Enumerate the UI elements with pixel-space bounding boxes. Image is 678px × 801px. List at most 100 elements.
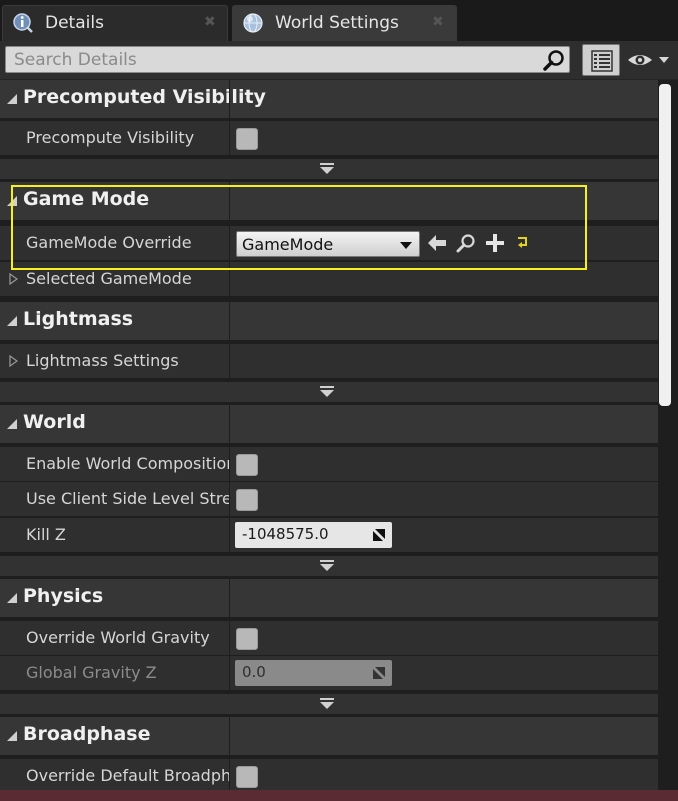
- property-label: GameMode Override: [26, 233, 192, 252]
- column-divider: [229, 656, 230, 690]
- category-broadphase[interactable]: Broadphase: [0, 717, 658, 755]
- property-row-global-gravity-z: Global Gravity Z 0.0: [0, 656, 658, 690]
- advanced-expander[interactable]: [0, 694, 658, 714]
- category-lightmass[interactable]: Lightmass: [0, 302, 658, 340]
- gamemode-override-dropdown[interactable]: GameMode: [236, 231, 420, 257]
- dropdown-value: GameMode: [242, 235, 334, 254]
- add-icon[interactable]: [484, 232, 506, 254]
- expand-advanced-icon: [320, 698, 334, 709]
- kill-z-value: -1048575.0: [242, 525, 329, 543]
- column-divider: [229, 717, 230, 755]
- view-options-button[interactable]: [582, 44, 620, 76]
- column-divider: [229, 121, 230, 155]
- column-divider: [229, 80, 230, 118]
- globe-icon: [243, 13, 263, 33]
- search-input[interactable]: [6, 47, 536, 72]
- collapse-arrow-icon: [7, 316, 17, 326]
- bottom-bar: [0, 790, 678, 801]
- property-label: Precompute Visibility: [26, 128, 195, 147]
- search-icon[interactable]: [542, 48, 566, 72]
- category-label: Game Mode: [23, 188, 150, 210]
- category-world[interactable]: World: [0, 405, 658, 443]
- expand-arrow-icon[interactable]: [9, 355, 18, 367]
- drag-resize-icon[interactable]: [372, 528, 386, 542]
- expand-advanced-icon: [320, 560, 334, 571]
- property-row-kill-z: Kill Z -1048575.0: [0, 518, 658, 552]
- global-gravity-z-value: 0.0: [242, 663, 266, 681]
- property-row-use-client-side-level-stream: Use Client Side Level Stream: [0, 482, 658, 516]
- collapse-arrow-icon: [7, 419, 17, 429]
- search-row: [0, 41, 678, 79]
- use-client-side-level-stream-checkbox[interactable]: [236, 489, 258, 511]
- column-divider: [229, 579, 230, 617]
- override-world-gravity-checkbox[interactable]: [236, 628, 258, 650]
- column-divider: [229, 182, 230, 220]
- column-divider: [229, 518, 230, 552]
- details-panel: Precomputed Visibility Precompute Visibi…: [0, 80, 658, 790]
- column-divider: [229, 226, 230, 260]
- override-default-broadphase-checkbox[interactable]: [236, 766, 258, 788]
- property-row-override-default-broadphase: Override Default Broadphase: [0, 759, 658, 790]
- property-row-selected-gamemode: Selected GameMode: [0, 262, 658, 296]
- close-icon[interactable]: ✖: [204, 14, 216, 30]
- property-label: Override World Gravity: [26, 628, 210, 647]
- property-row-lightmass-settings: Lightmass Settings: [0, 344, 658, 378]
- tab-world-settings-label: World Settings: [275, 13, 399, 33]
- column-divider: [229, 759, 230, 790]
- list-view-icon: [591, 50, 613, 72]
- property-label: Override Default Broadphase: [26, 766, 229, 785]
- category-label: World: [23, 411, 86, 433]
- property-label: Selected GameMode: [26, 269, 192, 288]
- eye-icon[interactable]: [626, 49, 674, 71]
- category-game-mode[interactable]: Game Mode: [0, 182, 658, 220]
- chevron-down-icon: [400, 242, 412, 249]
- collapse-arrow-icon: [7, 731, 17, 741]
- property-label: Use Client Side Level Stream: [26, 489, 229, 508]
- reset-to-default-icon[interactable]: [514, 232, 536, 254]
- enable-world-composition-checkbox[interactable]: [236, 454, 258, 476]
- property-label: Global Gravity Z: [26, 663, 157, 682]
- advanced-expander[interactable]: [0, 159, 658, 179]
- tab-world-settings[interactable]: World Settings ✖: [232, 5, 457, 41]
- expand-arrow-icon[interactable]: [9, 273, 18, 285]
- advanced-expander[interactable]: [0, 556, 658, 576]
- category-label: Lightmass: [23, 308, 134, 330]
- tab-details[interactable]: Details ✖: [2, 5, 228, 41]
- column-divider: [229, 262, 230, 296]
- column-divider: [229, 344, 230, 378]
- drag-resize-icon: [373, 667, 385, 679]
- tab-details-label: Details: [45, 13, 104, 33]
- collapse-arrow-icon: [7, 94, 17, 104]
- expand-advanced-icon: [320, 386, 334, 397]
- use-selected-arrow-icon[interactable]: [426, 232, 448, 254]
- column-divider: [229, 302, 230, 340]
- property-row-override-world-gravity: Override World Gravity: [0, 621, 658, 655]
- kill-z-input[interactable]: -1048575.0: [235, 522, 392, 548]
- close-icon[interactable]: ✖: [432, 14, 444, 30]
- category-label: Broadphase: [23, 723, 151, 745]
- collapse-arrow-icon: [7, 593, 17, 603]
- search-box: [5, 46, 570, 73]
- column-divider: [229, 482, 230, 516]
- property-label: Kill Z: [26, 525, 66, 544]
- property-row-enable-world-composition: Enable World Composition: [0, 447, 658, 481]
- info-icon: [13, 13, 33, 33]
- advanced-expander[interactable]: [0, 382, 658, 402]
- collapse-arrow-icon: [7, 196, 17, 206]
- global-gravity-z-input: 0.0: [235, 660, 392, 686]
- precompute-visibility-checkbox[interactable]: [236, 128, 258, 150]
- browse-icon[interactable]: [455, 232, 477, 254]
- column-divider: [229, 447, 230, 481]
- scrollbar-thumb[interactable]: [659, 84, 671, 406]
- property-row-gamemode-override: GameMode Override GameMode: [0, 226, 658, 260]
- chevron-down-icon: [659, 57, 669, 63]
- column-divider: [229, 621, 230, 655]
- category-physics[interactable]: Physics: [0, 579, 658, 617]
- expand-advanced-icon: [320, 163, 334, 174]
- category-precomputed-visibility[interactable]: Precomputed Visibility: [0, 80, 658, 118]
- category-label: Physics: [23, 585, 104, 607]
- property-row-precompute-visibility: Precompute Visibility: [0, 121, 658, 155]
- property-label: Enable World Composition: [26, 454, 229, 473]
- property-label: Lightmass Settings: [26, 351, 179, 370]
- tab-bar: Details ✖ World Settings ✖: [0, 0, 678, 41]
